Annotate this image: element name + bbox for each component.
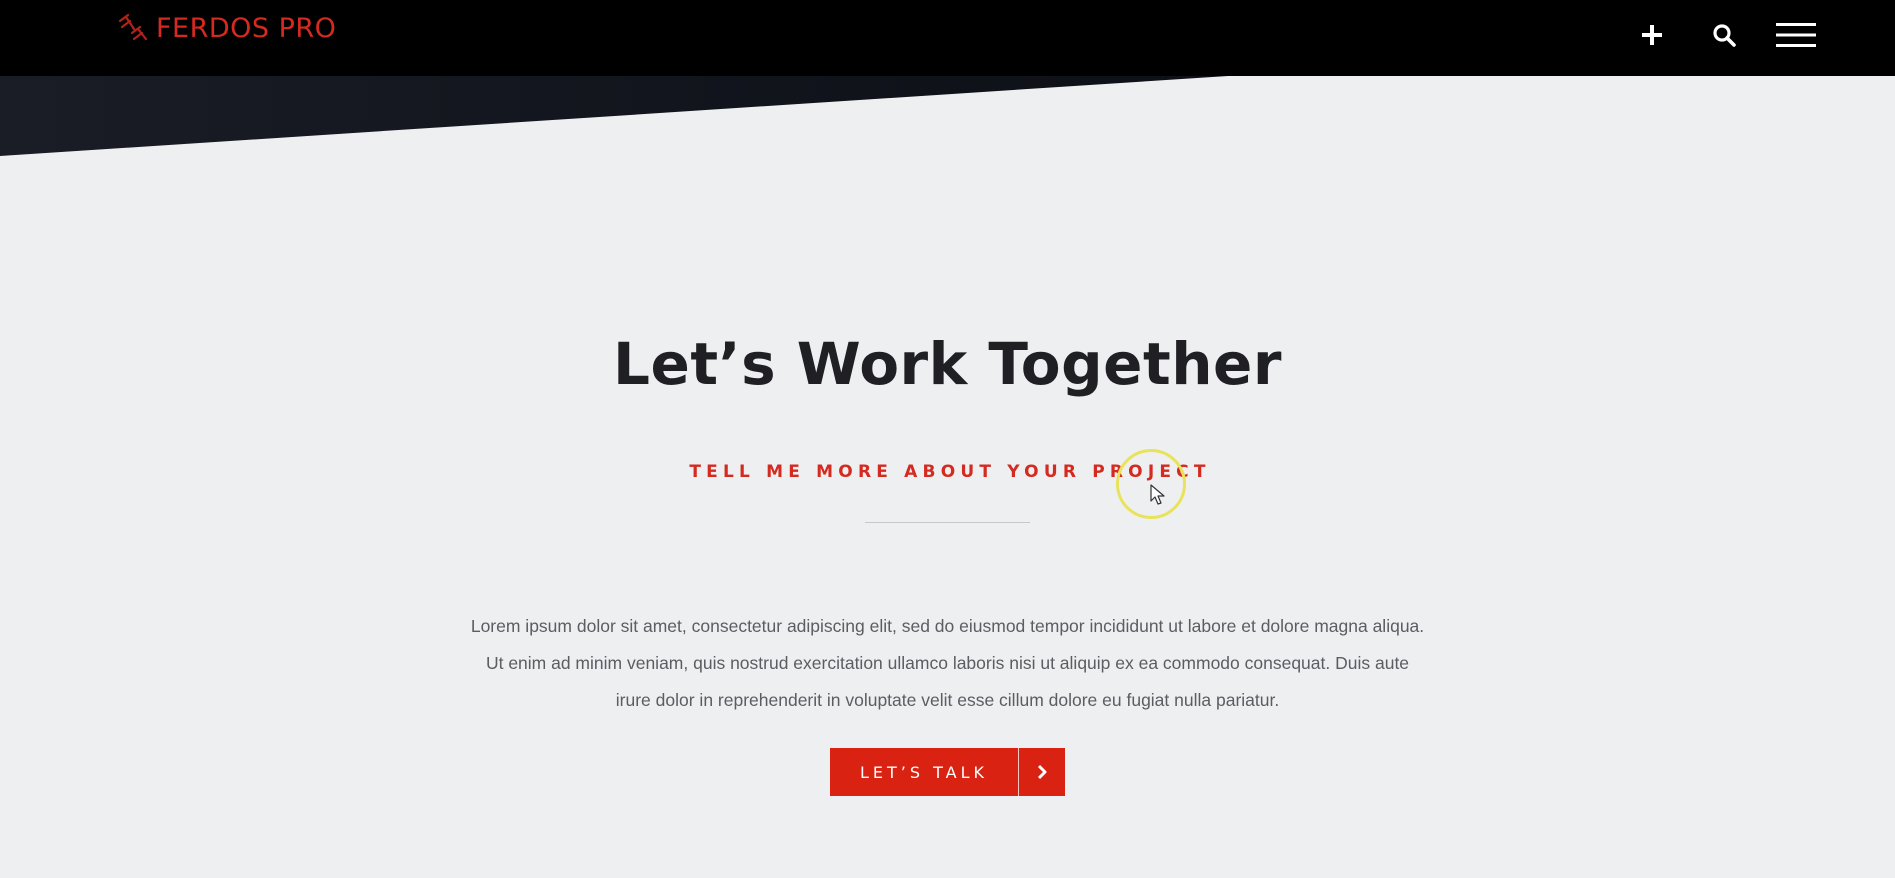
header-actions bbox=[1601, 14, 1817, 56]
search-button[interactable] bbox=[1703, 14, 1745, 56]
chevron-right-icon bbox=[1018, 748, 1065, 796]
top-navigation-bar: FERDOS PRO bbox=[0, 0, 1895, 76]
page-title: Let’s Work Together bbox=[613, 330, 1282, 398]
lets-talk-button[interactable]: LET’S TALK bbox=[830, 748, 1065, 796]
search-icon bbox=[1713, 24, 1736, 47]
site-logo[interactable]: FERDOS PRO bbox=[116, 10, 336, 46]
add-button[interactable] bbox=[1631, 14, 1673, 56]
page: FERDOS PRO Let’s Work Together TELL ME M… bbox=[0, 0, 1895, 878]
plus-icon bbox=[1642, 25, 1662, 45]
description-text: Lorem ipsum dolor sit amet, consectetur … bbox=[470, 615, 1425, 710]
subtitle: TELL ME MORE ABOUT YOUR PROJECT bbox=[689, 462, 1211, 482]
menu-button[interactable] bbox=[1775, 14, 1817, 56]
menu-icon bbox=[1776, 23, 1816, 47]
slanted-header-band bbox=[0, 76, 1895, 156]
logo-text: FERDOS PRO bbox=[156, 12, 337, 44]
mouse-pointer-icon bbox=[1150, 484, 1165, 505]
logo-mark-icon bbox=[118, 13, 148, 41]
divider bbox=[865, 522, 1030, 523]
lets-talk-label: LET’S TALK bbox=[859, 762, 988, 782]
